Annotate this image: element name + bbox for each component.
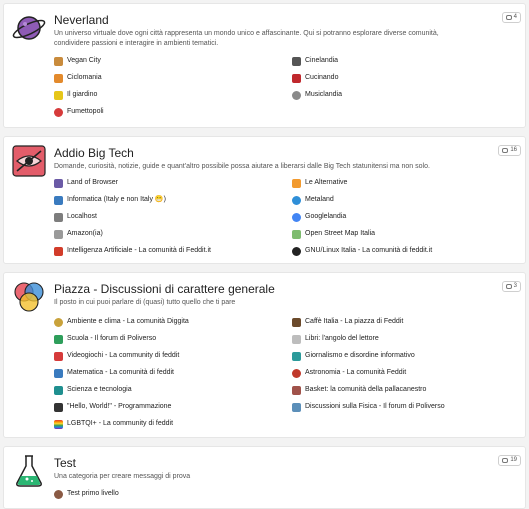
category-title[interactable]: Neverland	[54, 13, 109, 27]
category-title[interactable]: Piazza - Discussioni di carattere genera…	[54, 282, 275, 296]
comic-icon	[54, 107, 63, 117]
coffee-icon	[292, 317, 301, 327]
subcategory-link[interactable]: Metaland	[292, 195, 334, 205]
science-icon	[54, 385, 63, 395]
math-icon	[54, 368, 63, 378]
browser-icon	[54, 178, 63, 188]
subcategory-link[interactable]: Googlelandia	[292, 212, 346, 222]
post-count-badge: 3	[501, 281, 521, 292]
subcategory-link[interactable]: LGBTQI+ - La community di feddit	[54, 419, 173, 429]
post-count-badge: 16	[498, 145, 521, 156]
comment-icon	[505, 284, 512, 289]
meta-icon	[292, 195, 301, 205]
subcategory-link[interactable]: Informatica (Italy e non Italy 😁)	[54, 195, 166, 205]
subcategory-link[interactable]: GNU/Linux Italia - La comunità di feddit…	[292, 246, 432, 256]
comment-icon	[502, 148, 509, 153]
terminal-icon	[54, 402, 63, 412]
subcategory-link[interactable]: Amazon(ia)	[54, 229, 103, 239]
subcategory-link[interactable]: Ambiente e clima - La comunità Diggita	[54, 317, 189, 327]
garden-icon	[54, 90, 63, 100]
subcategory-link[interactable]: Cinelandia	[292, 56, 338, 66]
newspaper-icon	[292, 351, 301, 361]
category-title[interactable]: Addio Big Tech	[54, 146, 134, 160]
subcategory-link[interactable]: Basket: la comunità della pallacanestro	[292, 385, 426, 395]
venn-circles-icon	[14, 282, 44, 312]
subcategory-link[interactable]: Musiclandia	[292, 90, 342, 100]
amazon-icon	[54, 229, 63, 239]
test-icon	[54, 489, 63, 499]
subcategory-link[interactable]: Ciclomania	[54, 73, 102, 83]
subcategory-link[interactable]: Matematica - La comunità di feddit	[54, 368, 174, 378]
subcategory-link[interactable]: Fumettopoli	[54, 107, 104, 117]
rainbow-icon	[54, 419, 63, 429]
subcategory-link[interactable]: Scienza e tecnologia	[54, 385, 132, 395]
alternative-icon	[292, 178, 301, 188]
subcategory-link[interactable]: Discussioni sulla Fisica - Il forum di P…	[292, 402, 445, 412]
subcategory-link[interactable]: Cucinando	[292, 73, 338, 83]
category-card-test: Test Una categoria per creare messaggi d…	[3, 446, 526, 509]
subcategory-link[interactable]: Le Alternative	[292, 178, 347, 188]
category-description: Il posto in cui puoi parlare di (quasi) …	[54, 299, 236, 306]
post-count-badge: 4	[501, 12, 521, 23]
subcategory-link[interactable]: Land of Browser	[54, 178, 118, 188]
subcategory-link[interactable]: Videogiochi - La community di feddit	[54, 351, 179, 361]
planet-icon	[12, 16, 46, 40]
category-title[interactable]: Test	[54, 456, 76, 470]
category-card-neverland: Neverland Un universo virtuale dove ogni…	[3, 3, 526, 128]
music-icon	[292, 90, 301, 100]
basketball-icon	[292, 385, 301, 395]
category-card-piazza: Piazza - Discussioni di carattere genera…	[3, 272, 526, 438]
comment-icon	[505, 15, 512, 20]
google-icon	[292, 212, 301, 222]
vegan-icon	[54, 56, 63, 66]
map-icon	[292, 229, 301, 239]
ai-icon	[54, 246, 63, 256]
subcategory-link[interactable]: "Hello, World!" - Programmazione	[54, 402, 171, 412]
subcategory-link[interactable]: Caffè Italia - La piazza di Feddit	[292, 317, 403, 327]
subcategory-link[interactable]: Scuola - Il forum di Poliverso	[54, 334, 156, 344]
book-icon	[292, 334, 301, 344]
astronomy-icon	[292, 368, 301, 378]
eye-slash-icon	[12, 145, 46, 177]
bicycle-icon	[54, 73, 63, 83]
category-description: Un universo virtuale dove ogni città rap…	[54, 30, 439, 47]
cooking-icon	[292, 73, 301, 83]
server-icon	[54, 212, 63, 222]
flask-icon	[16, 455, 42, 487]
subcategory-link[interactable]: Intelligenza Artificiale - La comunità d…	[54, 246, 211, 256]
post-count-badge: 19	[498, 455, 521, 466]
gamepad-icon	[54, 351, 63, 361]
school-icon	[54, 334, 63, 344]
subcategory-link[interactable]: Astronomia - La comunità Feddit	[292, 368, 406, 378]
subcategory-link[interactable]: Open Street Map Italia	[292, 229, 375, 239]
subcategory-link[interactable]: Test primo livello	[54, 489, 119, 499]
subcategory-link[interactable]: Libri: l'angolo del lettore	[292, 334, 379, 344]
film-icon	[292, 56, 301, 66]
category-description: Una categoria per creare messaggi di pro…	[54, 473, 191, 480]
subcategory-link[interactable]: Localhost	[54, 212, 97, 222]
computer-icon	[54, 195, 63, 205]
subcategory-link[interactable]: Il giardino	[54, 90, 97, 100]
subcategory-link[interactable]: Giornalismo e disordine informativo	[292, 351, 415, 361]
climate-icon	[54, 317, 63, 327]
subcategory-link[interactable]: Vegan City	[54, 56, 101, 66]
category-card-addio-big-tech: Addio Big Tech Domande, curiosità, notiz…	[3, 136, 526, 264]
category-description: Domande, curiosità, notizie, guide e qua…	[54, 163, 430, 170]
comment-icon	[502, 458, 509, 463]
linux-icon	[292, 246, 301, 256]
physics-icon	[292, 402, 301, 412]
